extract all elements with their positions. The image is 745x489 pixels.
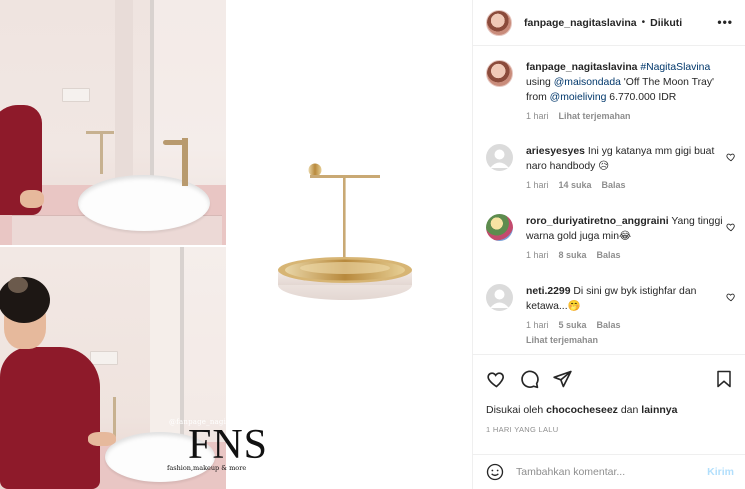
wall-socket — [62, 88, 90, 102]
send-comment-button[interactable]: Kirim — [707, 466, 734, 478]
post-header: fanpage_nagitaslavina • Diikuti ••• — [473, 0, 745, 46]
bookmark-icon[interactable] — [715, 369, 733, 389]
author-username[interactable]: fanpage_nagitaslavina — [524, 17, 637, 29]
comment-item: ariesyesyes Ini yg katanya mm gigi buat … — [486, 144, 736, 190]
share-send-icon[interactable] — [552, 369, 573, 389]
follow-status-button[interactable]: Diikuti — [650, 17, 682, 29]
liked-by-user[interactable]: chococheseez — [546, 404, 618, 416]
comment-time[interactable]: 1 hari — [526, 180, 549, 190]
comment-input[interactable]: Tambahkan komentar... — [516, 466, 707, 478]
product-tray-image — [260, 150, 430, 310]
reply-button[interactable]: Balas — [597, 320, 621, 330]
comment-bubble-icon[interactable] — [519, 369, 540, 389]
translate-link[interactable]: Lihat terjemahan — [559, 111, 631, 121]
author-avatar[interactable] — [486, 60, 513, 87]
hashtag-link[interactable]: #NagitaSlavina — [640, 62, 710, 73]
emoji-icon[interactable] — [486, 463, 504, 481]
separator-dot: • — [641, 17, 646, 28]
author-avatar[interactable] — [486, 9, 512, 36]
post-sidebar: fanpage_nagitaslavina • Diikuti ••• fanp… — [472, 0, 745, 489]
like-heart-icon[interactable] — [486, 369, 507, 389]
comment-username[interactable]: ariesyesyes — [526, 146, 585, 157]
liked-by-text: Disukai oleh chococheseez dan lainnya — [486, 404, 678, 416]
comment-time[interactable]: 1 hari — [526, 320, 549, 330]
comment-time[interactable]: 1 hari — [526, 250, 549, 260]
reply-button[interactable]: Balas — [597, 250, 621, 260]
caption-text: using — [526, 77, 554, 88]
commenter-avatar[interactable] — [486, 284, 513, 311]
mirror — [150, 0, 226, 194]
commenter-avatar[interactable] — [486, 214, 513, 241]
caption-text: 6.770.000 IDR — [606, 92, 677, 103]
like-comment-heart-icon[interactable] — [726, 222, 736, 232]
comment-likes[interactable]: 5 suka — [559, 320, 587, 330]
translate-link[interactable]: Lihat terjemahan — [526, 335, 736, 345]
mention-link[interactable]: @moieliving — [550, 92, 607, 103]
fns-watermark: @fanpage_nagitaslavina FNS fashion,makeu… — [167, 418, 269, 472]
comment-username[interactable]: roro_duriyatiretno_anggraini — [526, 216, 669, 227]
caption-time[interactable]: 1 hari — [526, 111, 549, 121]
comments-list[interactable]: fanpage_nagitaslavina #NagitaSlavina usi… — [473, 48, 745, 353]
comment-likes[interactable]: 14 suka — [559, 180, 592, 190]
mention-link[interactable]: @maisondada — [554, 77, 621, 88]
instagram-post-viewer: @fanpage_nagitaslavina FNS fashion,makeu… — [0, 0, 745, 489]
reply-button[interactable]: Balas — [602, 180, 626, 190]
caption: fanpage_nagitaslavina #NagitaSlavina usi… — [486, 60, 736, 121]
add-comment-bar: Tambahkan komentar... Kirim — [473, 454, 745, 489]
comment-likes[interactable]: 8 suka — [559, 250, 587, 260]
like-comment-heart-icon[interactable] — [726, 152, 736, 162]
like-comment-heart-icon[interactable] — [726, 292, 736, 302]
commenter-avatar[interactable] — [486, 144, 513, 171]
comment-username[interactable]: neti.2299 — [526, 286, 570, 297]
more-options-icon[interactable]: ••• — [717, 15, 733, 29]
caption-username[interactable]: fanpage_nagitaslavina — [526, 62, 637, 73]
post-media[interactable]: @fanpage_nagitaslavina FNS fashion,makeu… — [0, 0, 472, 489]
comment-item: neti.2299 Di sini gw byk istighfar dan k… — [486, 284, 736, 345]
person-top — [0, 347, 100, 489]
bathroom-photo-top — [0, 0, 226, 247]
basin — [78, 175, 210, 231]
post-timestamp[interactable]: 1 HARI YANG LALU — [486, 425, 558, 434]
comment-item: roro_duriyatiretno_anggraini Yang tinggi… — [486, 214, 736, 260]
liked-by-others[interactable]: lainnya — [641, 404, 677, 416]
